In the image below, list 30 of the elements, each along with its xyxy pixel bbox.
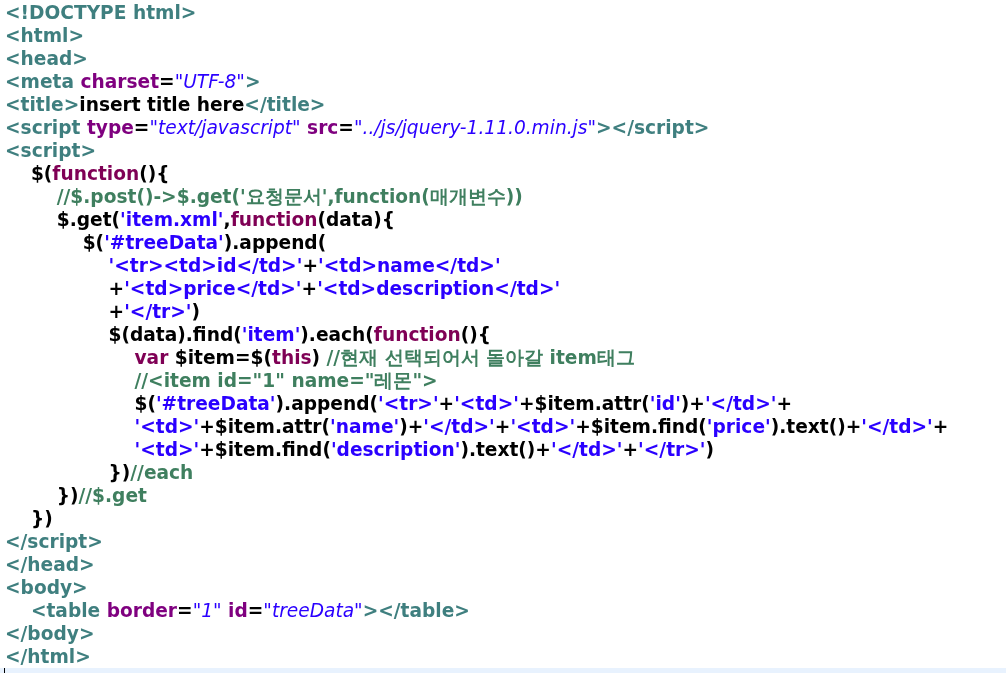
code-line: +'</tr>') [107, 300, 201, 323]
text-cursor [4, 668, 5, 673]
code-line: </head> [5, 553, 95, 576]
code-line: '<td>'+$item.find('description').text()+'</td>'+'</tr>') [133, 438, 714, 461]
code-line: '<tr><td>id</td>'+'<td>name</td>' [107, 254, 501, 277]
code-line: })//each [107, 461, 194, 484]
code-line: })//$.get [55, 484, 147, 507]
code-line: <html> [5, 24, 85, 47]
code-line: '<td>'+$item.attr('name')+'</td>'+'<td>'+$item.find('price').text()+'</td>'+ [133, 415, 949, 438]
code-line: </script> [5, 530, 103, 553]
code-line: <!DOCTYPE html> [5, 1, 197, 24]
code-line: +'<td>price</td>'+'<td>description</td>' [107, 277, 561, 300]
code-line: $.get('item.xml',function(data){ [55, 208, 395, 231]
code-line: }) [29, 507, 53, 530]
code-line: <body> [5, 576, 88, 599]
code-line: <table border="1" id="treeData"></table> [29, 599, 470, 622]
code-line: $('#treeData').append( [81, 231, 327, 254]
code-line: $(function(){ [29, 162, 170, 185]
code-line: //<item id="1" name="레몬"> [133, 369, 438, 392]
code-line: </body> [5, 622, 95, 645]
code-line: <title>insert title here</title> [5, 93, 326, 116]
code-line: <head> [5, 47, 88, 70]
code-line: <script> [5, 139, 96, 162]
code-line: $('#treeData').append('<tr>'+'<td>'+$item.attr('id')+'</td>'+ [133, 392, 793, 415]
code-line: <meta charset="UTF-8"> [5, 70, 261, 93]
code-line: <script type="text/javascript" src="../js/jquery-1.11.0.min.js"></script> [5, 116, 710, 139]
code-line: //$.post()->$.get('요청문서',function(매개변수)) [55, 185, 523, 208]
code-line: </html> [5, 645, 91, 668]
code-line: $(data).find('item').each(function(){ [107, 323, 491, 346]
code-line: var $item=$(this) //현재 선택되어서 돌아갈 item태그 [133, 346, 635, 369]
